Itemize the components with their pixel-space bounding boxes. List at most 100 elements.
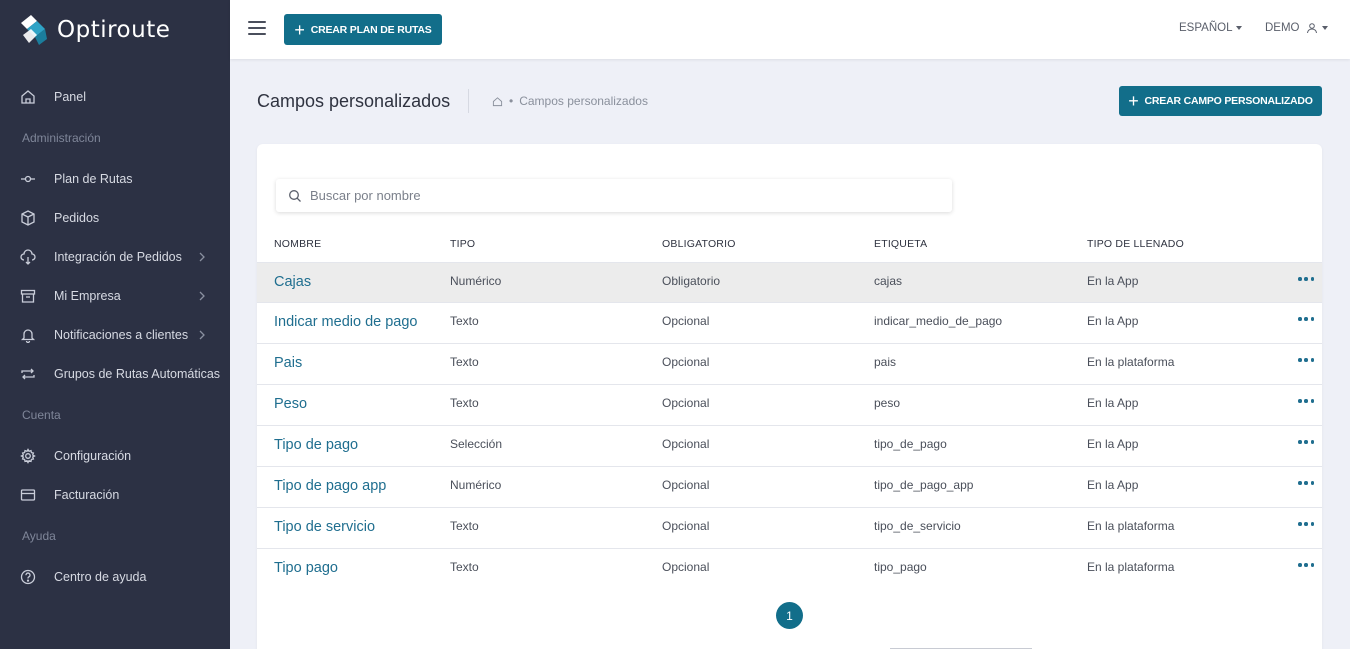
column-header-nombre[interactable]: NOMBRE: [274, 238, 321, 250]
search-input[interactable]: [310, 188, 930, 203]
user-icon: [1306, 23, 1317, 34]
field-name-link[interactable]: Tipo de pago: [274, 437, 358, 453]
table-row[interactable]: Tipo pago Texto Opcional tipo_pago En la…: [257, 549, 1322, 590]
sidebar-item-label: Configuración: [54, 449, 132, 463]
field-tag: tipo_de_servicio: [874, 519, 961, 533]
table-row[interactable]: Peso Texto Opcional peso En la App: [257, 385, 1322, 426]
field-tag: tipo_pago: [874, 560, 927, 574]
field-required: Opcional: [662, 355, 710, 369]
more-options-icon[interactable]: [1298, 563, 1314, 569]
create-custom-field-label: CREAR CAMPO PERSONALIZADO: [1144, 95, 1313, 107]
field-fill-type: En la App: [1087, 274, 1139, 288]
more-options-icon[interactable]: [1298, 440, 1314, 446]
column-header-tipo-llenado[interactable]: TIPO DE LLENADO: [1087, 238, 1184, 250]
table-row[interactable]: Tipo de pago app Numérico Opcional tipo_…: [257, 467, 1322, 508]
field-tag: tipo_de_pago: [874, 437, 947, 451]
column-header-etiqueta[interactable]: ETIQUETA: [874, 238, 927, 250]
table-row[interactable]: Indicar medio de pago Texto Opcional ind…: [257, 303, 1322, 344]
chevron-right-icon: [199, 252, 205, 262]
breadcrumb-current: Campos personalizados: [519, 94, 648, 108]
sidebar: Optiroute Panel Administración Plan de R…: [0, 0, 230, 649]
table-row[interactable]: Pais Texto Opcional pais En la plataform…: [257, 344, 1322, 385]
sidebar-item-facturacion[interactable]: Facturación: [0, 480, 230, 510]
field-required: Opcional: [662, 437, 710, 451]
custom-fields-card: NOMBRE TIPO OBLIGATORIO ETIQUETA TIPO DE…: [257, 144, 1322, 649]
field-name-link[interactable]: Peso: [274, 396, 307, 412]
user-menu[interactable]: DEMO: [1265, 22, 1328, 34]
column-header-tipo[interactable]: TIPO: [450, 238, 475, 250]
caret-down-icon: [1321, 26, 1328, 30]
field-name-link[interactable]: Indicar medio de pago: [274, 314, 418, 330]
header-divider: [468, 89, 469, 113]
more-options-icon[interactable]: [1298, 522, 1314, 528]
more-options-icon[interactable]: [1298, 358, 1314, 364]
field-fill-type: En la plataforma: [1087, 355, 1175, 369]
sidebar-item-notificaciones[interactable]: Notificaciones a clientes: [0, 320, 230, 350]
sidebar-item-label: Pedidos: [54, 211, 100, 225]
field-tag: peso: [874, 396, 901, 410]
field-name-link[interactable]: Tipo pago: [274, 560, 338, 576]
field-required: Opcional: [662, 396, 710, 410]
plus-icon: +: [1128, 91, 1139, 111]
sidebar-item-panel[interactable]: Panel: [0, 82, 230, 112]
chevron-right-icon: [199, 291, 205, 301]
more-options-icon[interactable]: [1298, 317, 1314, 323]
create-route-plan-button[interactable]: + CREAR PLAN DE RUTAS: [284, 14, 442, 45]
table-row[interactable]: Tipo de pago Selección Opcional tipo_de_…: [257, 426, 1322, 467]
home-icon: [19, 88, 37, 106]
sidebar-item-label: Integración de Pedidos: [54, 250, 182, 264]
sidebar-section-admin: Administración: [22, 131, 101, 145]
create-custom-field-button[interactable]: + CREAR CAMPO PERSONALIZADO: [1119, 86, 1322, 116]
sidebar-item-centro-ayuda[interactable]: Centro de ayuda: [0, 562, 230, 592]
field-type: Texto: [450, 314, 479, 328]
field-required: Opcional: [662, 560, 710, 574]
sidebar-item-label: Plan de Rutas: [54, 172, 133, 186]
field-type: Texto: [450, 396, 479, 410]
field-type: Texto: [450, 560, 479, 574]
more-options-icon[interactable]: [1298, 277, 1314, 283]
field-type: Numérico: [450, 274, 502, 288]
logo-mark-icon: [17, 13, 51, 47]
field-name-link[interactable]: Tipo de pago app: [274, 478, 386, 494]
table-row[interactable]: Tipo de servicio Texto Opcional tipo_de_…: [257, 508, 1322, 549]
field-type: Texto: [450, 519, 479, 533]
pagination-page-1[interactable]: 1: [776, 602, 803, 629]
sidebar-item-plan-de-rutas[interactable]: Plan de Rutas: [0, 164, 230, 194]
sidebar-item-label: Notificaciones a clientes: [54, 328, 189, 342]
sidebar-item-grupos-rutas[interactable]: Grupos de Rutas Automáticas: [0, 359, 230, 389]
sidebar-section-cuenta: Cuenta: [22, 408, 61, 422]
sidebar-item-integracion-pedidos[interactable]: Integración de Pedidos: [0, 242, 230, 272]
home-icon[interactable]: [492, 96, 503, 107]
field-fill-type: En la App: [1087, 314, 1139, 328]
bell-icon: [19, 326, 37, 344]
field-tag: tipo_de_pago_app: [874, 478, 974, 492]
sidebar-item-configuracion[interactable]: Configuración: [0, 441, 230, 471]
more-options-icon[interactable]: [1298, 399, 1314, 405]
field-fill-type: En la plataforma: [1087, 560, 1175, 574]
menu-toggle-icon[interactable]: [248, 21, 266, 37]
search-box: [276, 179, 952, 212]
field-name-link[interactable]: Pais: [274, 355, 302, 371]
column-header-obligatorio[interactable]: OBLIGATORIO: [662, 238, 736, 250]
more-options-icon[interactable]: [1298, 481, 1314, 487]
field-tag: cajas: [874, 274, 903, 288]
logo[interactable]: Optiroute: [17, 12, 170, 48]
field-name-link[interactable]: Cajas: [274, 274, 311, 290]
sidebar-item-label: Grupos de Rutas Automáticas: [54, 367, 221, 381]
sidebar-item-mi-empresa[interactable]: Mi Empresa: [0, 281, 230, 311]
field-type: Selección: [450, 437, 503, 451]
field-name-link[interactable]: Tipo de servicio: [274, 519, 375, 535]
sidebar-section-ayuda: Ayuda: [22, 529, 56, 543]
table-row[interactable]: Cajas Numérico Obligatorio cajas En la A…: [257, 262, 1322, 303]
field-type: Texto: [450, 355, 479, 369]
create-route-plan-label: CREAR PLAN DE RUTAS: [310, 23, 432, 36]
sidebar-item-pedidos[interactable]: Pedidos: [0, 203, 230, 233]
field-fill-type: En la App: [1087, 437, 1139, 451]
field-tag: indicar_medio_de_pago: [874, 314, 1003, 328]
field-required: Obligatorio: [662, 274, 721, 288]
field-fill-type: En la App: [1087, 478, 1139, 492]
field-required: Opcional: [662, 478, 710, 492]
plus-icon: +: [294, 19, 305, 40]
language-dropdown[interactable]: ESPAÑOL: [1179, 22, 1243, 34]
user-name: DEMO: [1265, 22, 1300, 34]
